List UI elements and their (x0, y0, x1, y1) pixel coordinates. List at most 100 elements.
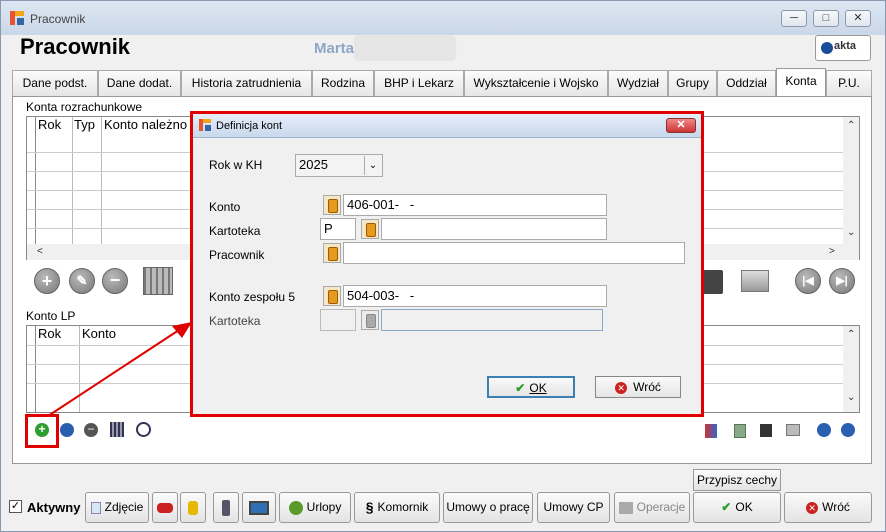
remove-icon[interactable]: − (102, 268, 128, 294)
tab-bhp-lekarz[interactable]: BHP i Lekarz (374, 70, 464, 96)
pracownik-label: Pracownik (209, 248, 265, 262)
dialog-logo-icon (199, 119, 211, 131)
urlopy-button[interactable]: Urlopy (279, 492, 351, 523)
document-icon[interactable] (734, 424, 746, 438)
last-record-icon[interactable]: ▶| (829, 268, 855, 294)
car-icon (157, 502, 173, 513)
trophy-icon (188, 500, 198, 515)
tab-wyksztalcenie[interactable]: Wykształcenie i Wojsko (464, 70, 608, 96)
year-label: Rok w KH (209, 158, 263, 172)
printer-icon (618, 501, 633, 514)
akta-logo-button[interactable]: akta (815, 35, 871, 61)
konto-zespolu-lookup-icon[interactable] (323, 286, 341, 306)
minimize-button[interactable]: ─ (781, 10, 807, 27)
tab-konta[interactable]: Konta (776, 68, 826, 97)
accounts-vertical-scrollbar[interactable]: ⌃ ⌄ (843, 117, 859, 244)
pracownik-field[interactable] (343, 242, 685, 264)
tab-historia-zatrudnienia[interactable]: Historia zatrudnienia (181, 70, 312, 96)
restore-button[interactable]: □ (813, 10, 839, 27)
konto-lookup-icon[interactable] (323, 195, 341, 215)
definicja-kont-dialog: Definicja kont ✕ Rok w KH 2025 ⌄ Konto 4… (190, 111, 704, 417)
first-record-icon[interactable]: |◀ (795, 268, 821, 294)
tab-dane-podst[interactable]: Dane podst. (12, 70, 98, 96)
add-icon[interactable]: + (34, 268, 60, 294)
close-button[interactable]: ✕ (845, 10, 871, 27)
ok-label: OK (735, 500, 753, 514)
app-logo-icon (10, 11, 24, 25)
check-icon: ✔ (721, 500, 732, 515)
year-select[interactable]: 2025 ⌄ (295, 154, 383, 177)
umowy-o-prace-button[interactable]: Umowy o pracę (443, 492, 533, 523)
kartoteka2-field (320, 309, 356, 331)
first-record-lp-icon[interactable] (817, 423, 831, 437)
ok-button[interactable]: ✔ OK (693, 492, 781, 523)
computer-icon (249, 500, 269, 515)
konto-label: Konto (209, 200, 241, 214)
save-lp-icon[interactable] (760, 424, 772, 437)
aktywny-checkbox[interactable]: ✓ (9, 500, 22, 513)
title-bar (1, 1, 885, 35)
tab-dane-dodat[interactable]: Dane dodat. (98, 70, 181, 96)
operacje-label: Operacje (636, 500, 686, 514)
dialog-ok-label: OK (529, 381, 547, 395)
trophy-button[interactable] (180, 492, 206, 523)
employee-surname-redacted (356, 37, 454, 59)
umowy-cp-button[interactable]: Umowy CP (537, 492, 610, 523)
palm-icon (288, 500, 303, 515)
akta-logo-text: akta (834, 40, 857, 52)
urlopy-label: Urlopy (306, 500, 342, 514)
tab-rodzina[interactable]: Rodzina (312, 70, 374, 96)
kartoteka2-name-field (381, 309, 603, 331)
last-record-lp-icon[interactable] (841, 423, 855, 437)
konto-zespolu-field[interactable]: 504-003- - (343, 285, 607, 307)
chevron-down-icon: ⌄ (364, 156, 381, 175)
tab-grupy[interactable]: Grupy (668, 70, 717, 96)
tab-oddzial[interactable]: Oddział (717, 70, 776, 96)
cancel-icon: ✕ (615, 381, 628, 394)
aktywny-label: Aktywny (27, 500, 81, 515)
column-header-typ[interactable]: Typ (74, 117, 95, 132)
kartoteka-field[interactable]: P (320, 218, 356, 240)
dialog-wroc-button[interactable]: ✕ Wróć (595, 376, 681, 398)
copy-icon[interactable] (741, 270, 769, 292)
car-button[interactable] (152, 492, 178, 523)
operacje-button[interactable]: Operacje (614, 492, 690, 523)
export-icon[interactable] (705, 424, 717, 438)
komornik-button[interactable]: § Komornik (354, 492, 440, 523)
zdjecie-label: Zdjęcie (104, 500, 144, 514)
kartoteka2-label: Kartoteka (209, 314, 261, 328)
zdjecie-button[interactable]: Zdjęcie (85, 492, 149, 523)
kartoteka-name-field[interactable] (381, 218, 607, 240)
computer-button[interactable] (242, 492, 276, 523)
konto-field[interactable]: 406-001- - (343, 194, 607, 216)
copy-lp-icon[interactable] (786, 424, 800, 436)
tab-pu[interactable]: P.U. (826, 70, 872, 96)
year-value: 2025 (299, 157, 328, 172)
przypisz-cechy-button[interactable]: Przypisz cechy (693, 469, 781, 491)
konto-zespolu-label: Konto zespołu 5 (209, 290, 296, 304)
page-title: Pracownik (20, 34, 131, 59)
dialog-close-button[interactable]: ✕ (666, 118, 696, 133)
dialog-title: Definicja kont (216, 120, 283, 132)
save-icon[interactable] (703, 270, 723, 294)
tab-wydzial[interactable]: Wydział (608, 70, 668, 96)
wroc-button[interactable]: ✕ Wróć (784, 492, 872, 523)
grid-view-icon[interactable] (143, 267, 173, 295)
accounts-section-label: Konta rozrachunkowe (26, 100, 143, 114)
dialog-title-bar: Definicja kont ✕ (193, 114, 701, 138)
photo-icon (90, 501, 101, 514)
kartoteka-lookup-icon[interactable] (361, 219, 379, 239)
employee-name: Marta (314, 40, 355, 57)
column-header-konto-naleznosci[interactable]: Konto należno (104, 117, 187, 132)
kartoteka-label: Kartoteka (209, 224, 261, 238)
phone-icon (222, 499, 230, 516)
lp-vertical-scrollbar[interactable]: ⌃ ⌄ (843, 326, 859, 412)
dialog-ok-button[interactable]: ✔ OK (487, 376, 575, 398)
akta-logo-icon (821, 42, 833, 54)
check-icon: ✔ (515, 381, 526, 395)
edit-icon[interactable]: ✎ (69, 268, 95, 294)
pracownik-lookup-icon[interactable] (323, 243, 341, 263)
komornik-label: Komornik (377, 500, 429, 514)
phone-button[interactable] (213, 492, 239, 523)
column-header-rok[interactable]: Rok (38, 117, 61, 132)
